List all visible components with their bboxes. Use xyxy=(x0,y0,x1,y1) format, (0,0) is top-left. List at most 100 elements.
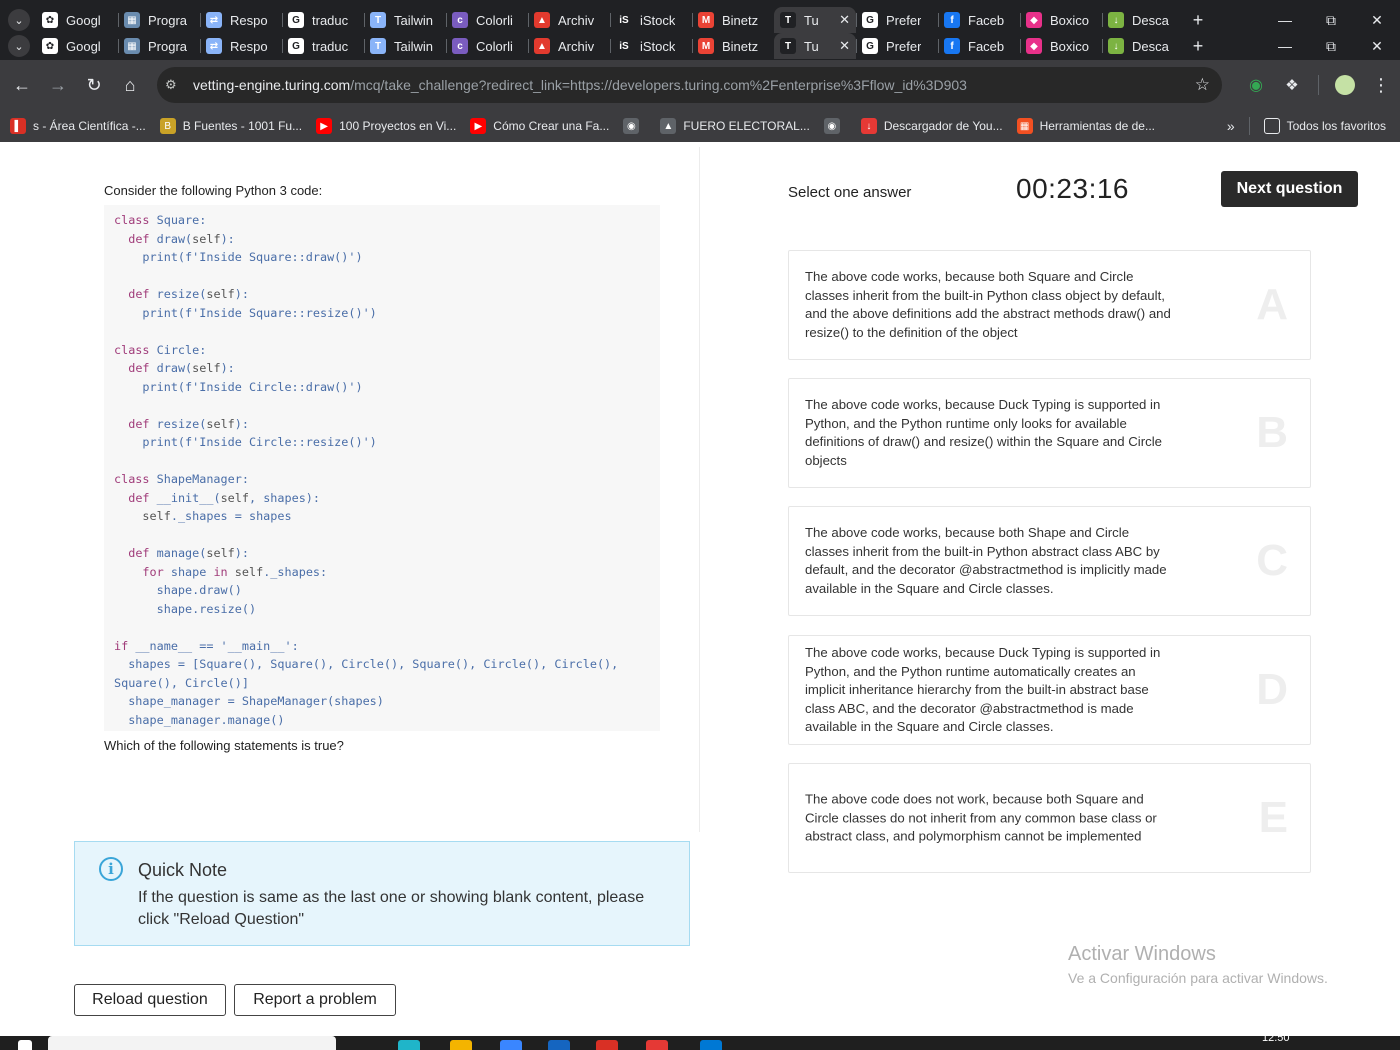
bookmark-item[interactable]: ◉ xyxy=(623,118,646,134)
bookmark-item[interactable]: ▶ Cómo Crear una Fa... xyxy=(470,118,609,134)
reload-question-button[interactable]: Reload question xyxy=(74,984,226,1016)
browser-tab[interactable]: M Binetz xyxy=(692,33,774,59)
browser-tab[interactable]: ↓ Desca xyxy=(1102,33,1184,59)
browser-tab[interactable]: iS iStock xyxy=(610,33,692,59)
bookmark-item[interactable]: ▦ Herramientas de de... xyxy=(1016,118,1155,134)
tab-title: Respo xyxy=(230,12,268,28)
profile-avatar[interactable] xyxy=(1327,67,1363,103)
answer-option-b[interactable]: The above code works, because Duck Typin… xyxy=(788,378,1311,488)
bookmarks-bar: ▌ s - Área Científica -... B B Fuentes -… xyxy=(0,110,1400,142)
minimize-icon[interactable]: — xyxy=(1262,38,1308,55)
taskbar-search[interactable] xyxy=(48,1036,336,1050)
browser-tab[interactable]: ◆ Boxico xyxy=(1020,33,1102,59)
bookmark-item[interactable]: ↓ Descargador de You... xyxy=(860,118,1003,134)
folder-icon xyxy=(1263,118,1280,134)
bookmark-item[interactable]: ◉ xyxy=(823,118,847,134)
minimize-icon[interactable]: — xyxy=(1262,12,1308,29)
taskbar-app-icon[interactable] xyxy=(548,1040,570,1050)
new-tab-icon[interactable]: + xyxy=(1184,10,1212,31)
bookmark-label: 100 Proyectos en Vi... xyxy=(339,119,457,133)
browser-tab[interactable]: ▲ Archiv xyxy=(528,7,610,33)
bookmark-item[interactable]: B B Fuentes - 1001 Fu... xyxy=(159,118,302,134)
browser-tab[interactable]: ◆ Boxico xyxy=(1020,7,1102,33)
browser-tab[interactable]: ↓ Desca xyxy=(1102,7,1184,33)
tab-title: Archiv xyxy=(558,38,595,54)
reload-icon[interactable]: ↻ xyxy=(76,67,112,103)
bookmark-icon: ▌ xyxy=(10,118,26,134)
close-window-icon[interactable]: ✕ xyxy=(1354,12,1400,29)
browser-tab[interactable]: ✿ Googl xyxy=(36,33,118,59)
browser-tab[interactable]: c Colorli xyxy=(446,33,528,59)
browser-tab[interactable]: f Faceb xyxy=(938,33,1020,59)
browser-tab[interactable]: ⇄ Respo xyxy=(200,7,282,33)
browser-tab[interactable]: iS iStock xyxy=(610,7,692,33)
answer-option-e[interactable]: The above code does not work, because bo… xyxy=(788,763,1311,873)
next-question-button[interactable]: Next question xyxy=(1221,171,1358,207)
bookmark-item[interactable]: ▲ FUERO ELECTORAL... xyxy=(660,118,810,134)
boxicons-icon: ◆ xyxy=(1026,12,1042,28)
browser-tab[interactable]: G Prefer xyxy=(856,7,938,33)
browser-tab[interactable]: G traduc xyxy=(282,33,364,59)
taskbar-chrome-icon[interactable] xyxy=(596,1040,618,1050)
taskbar-app-icon[interactable] xyxy=(500,1040,522,1050)
browser-tab[interactable]: T Tu ✕ xyxy=(774,7,856,33)
facebook-icon: f xyxy=(944,12,960,28)
browser-tab[interactable]: G Prefer xyxy=(856,33,938,59)
answer-option-c[interactable]: The above code works, because both Shape… xyxy=(788,506,1311,616)
browser-tab[interactable]: ▦ Progra xyxy=(118,7,200,33)
info-icon: i xyxy=(99,857,123,881)
tab-search-icon[interactable]: ⌄ xyxy=(8,9,30,31)
archive-icon: ▲ xyxy=(534,12,550,28)
new-tab-icon[interactable]: + xyxy=(1184,36,1212,57)
address-bar[interactable]: ⚙ vetting-engine.turing.com/mcq/take_cha… xyxy=(157,67,1222,103)
restore-icon[interactable]: ⧉ xyxy=(1308,12,1354,29)
close-tab-icon[interactable]: ✕ xyxy=(839,12,850,28)
home-icon[interactable]: ⌂ xyxy=(112,67,148,103)
browser-tab[interactable]: f Faceb xyxy=(938,7,1020,33)
close-window-icon[interactable]: ✕ xyxy=(1354,38,1400,55)
browser-tab[interactable]: M Binetz xyxy=(692,7,774,33)
download-icon: ↓ xyxy=(1108,12,1124,28)
browser-tab[interactable]: ▦ Progra xyxy=(118,33,200,59)
archive-icon: ▲ xyxy=(534,38,550,54)
menu-kebab-icon[interactable]: ⋮ xyxy=(1363,67,1399,103)
site-settings-icon[interactable]: ⚙ xyxy=(165,77,187,93)
answer-option-text: The above code works, because both Squar… xyxy=(805,269,1171,340)
browser-tab[interactable]: ▲ Archiv xyxy=(528,33,610,59)
answer-option-a[interactable]: The above code works, because both Squar… xyxy=(788,250,1311,360)
extension-icon[interactable]: ◉ xyxy=(1238,67,1274,103)
forward-icon[interactable]: → xyxy=(40,67,76,103)
bookmark-star-icon[interactable]: ☆ xyxy=(1195,75,1210,95)
browser-tab[interactable]: c Colorli xyxy=(446,7,528,33)
bookmark-label: Cómo Crear una Fa... xyxy=(493,119,610,133)
answer-option-d[interactable]: The above code works, because Duck Typin… xyxy=(788,635,1311,745)
browser-tab[interactable]: T Tailwin xyxy=(364,33,446,59)
tab-search-icon[interactable]: ⌄ xyxy=(8,35,30,57)
answer-option-letter: E xyxy=(1258,793,1288,842)
bookmark-item[interactable]: ▶ 100 Proyectos en Vi... xyxy=(316,118,456,134)
browser-tab[interactable]: T Tu ✕ xyxy=(774,33,856,59)
browser-tab[interactable]: ✿ Googl xyxy=(36,7,118,33)
taskbar-folder-icon[interactable] xyxy=(450,1040,472,1050)
tab-title: Progra xyxy=(148,38,188,54)
taskbar-app-icon[interactable] xyxy=(700,1040,722,1050)
bookmark-item[interactable]: ▌ s - Área Científica -... xyxy=(10,118,146,134)
bookmarks-overflow-icon[interactable]: » xyxy=(1227,118,1235,134)
tab-title: Boxico xyxy=(1050,12,1090,28)
taskbar-app-icon[interactable] xyxy=(398,1040,420,1050)
browser-tab[interactable]: G traduc xyxy=(282,7,364,33)
extensions-puzzle-icon[interactable]: ❖ xyxy=(1274,67,1310,103)
browser-tab[interactable]: T Tailwin xyxy=(364,7,446,33)
report-problem-button[interactable]: Report a problem xyxy=(234,984,396,1016)
start-icon[interactable] xyxy=(18,1040,32,1050)
taskbar-app-icon[interactable] xyxy=(646,1040,668,1050)
google-icon: G xyxy=(288,12,304,28)
gmail-icon: M xyxy=(698,12,714,28)
back-icon[interactable]: ← xyxy=(4,67,40,103)
grid-icon: ▦ xyxy=(124,12,140,28)
restore-icon[interactable]: ⧉ xyxy=(1308,38,1354,55)
close-tab-icon[interactable]: ✕ xyxy=(839,38,850,54)
browser-tab[interactable]: ⇄ Respo xyxy=(200,33,282,59)
all-bookmarks[interactable]: Todos los favoritos xyxy=(1263,118,1386,134)
